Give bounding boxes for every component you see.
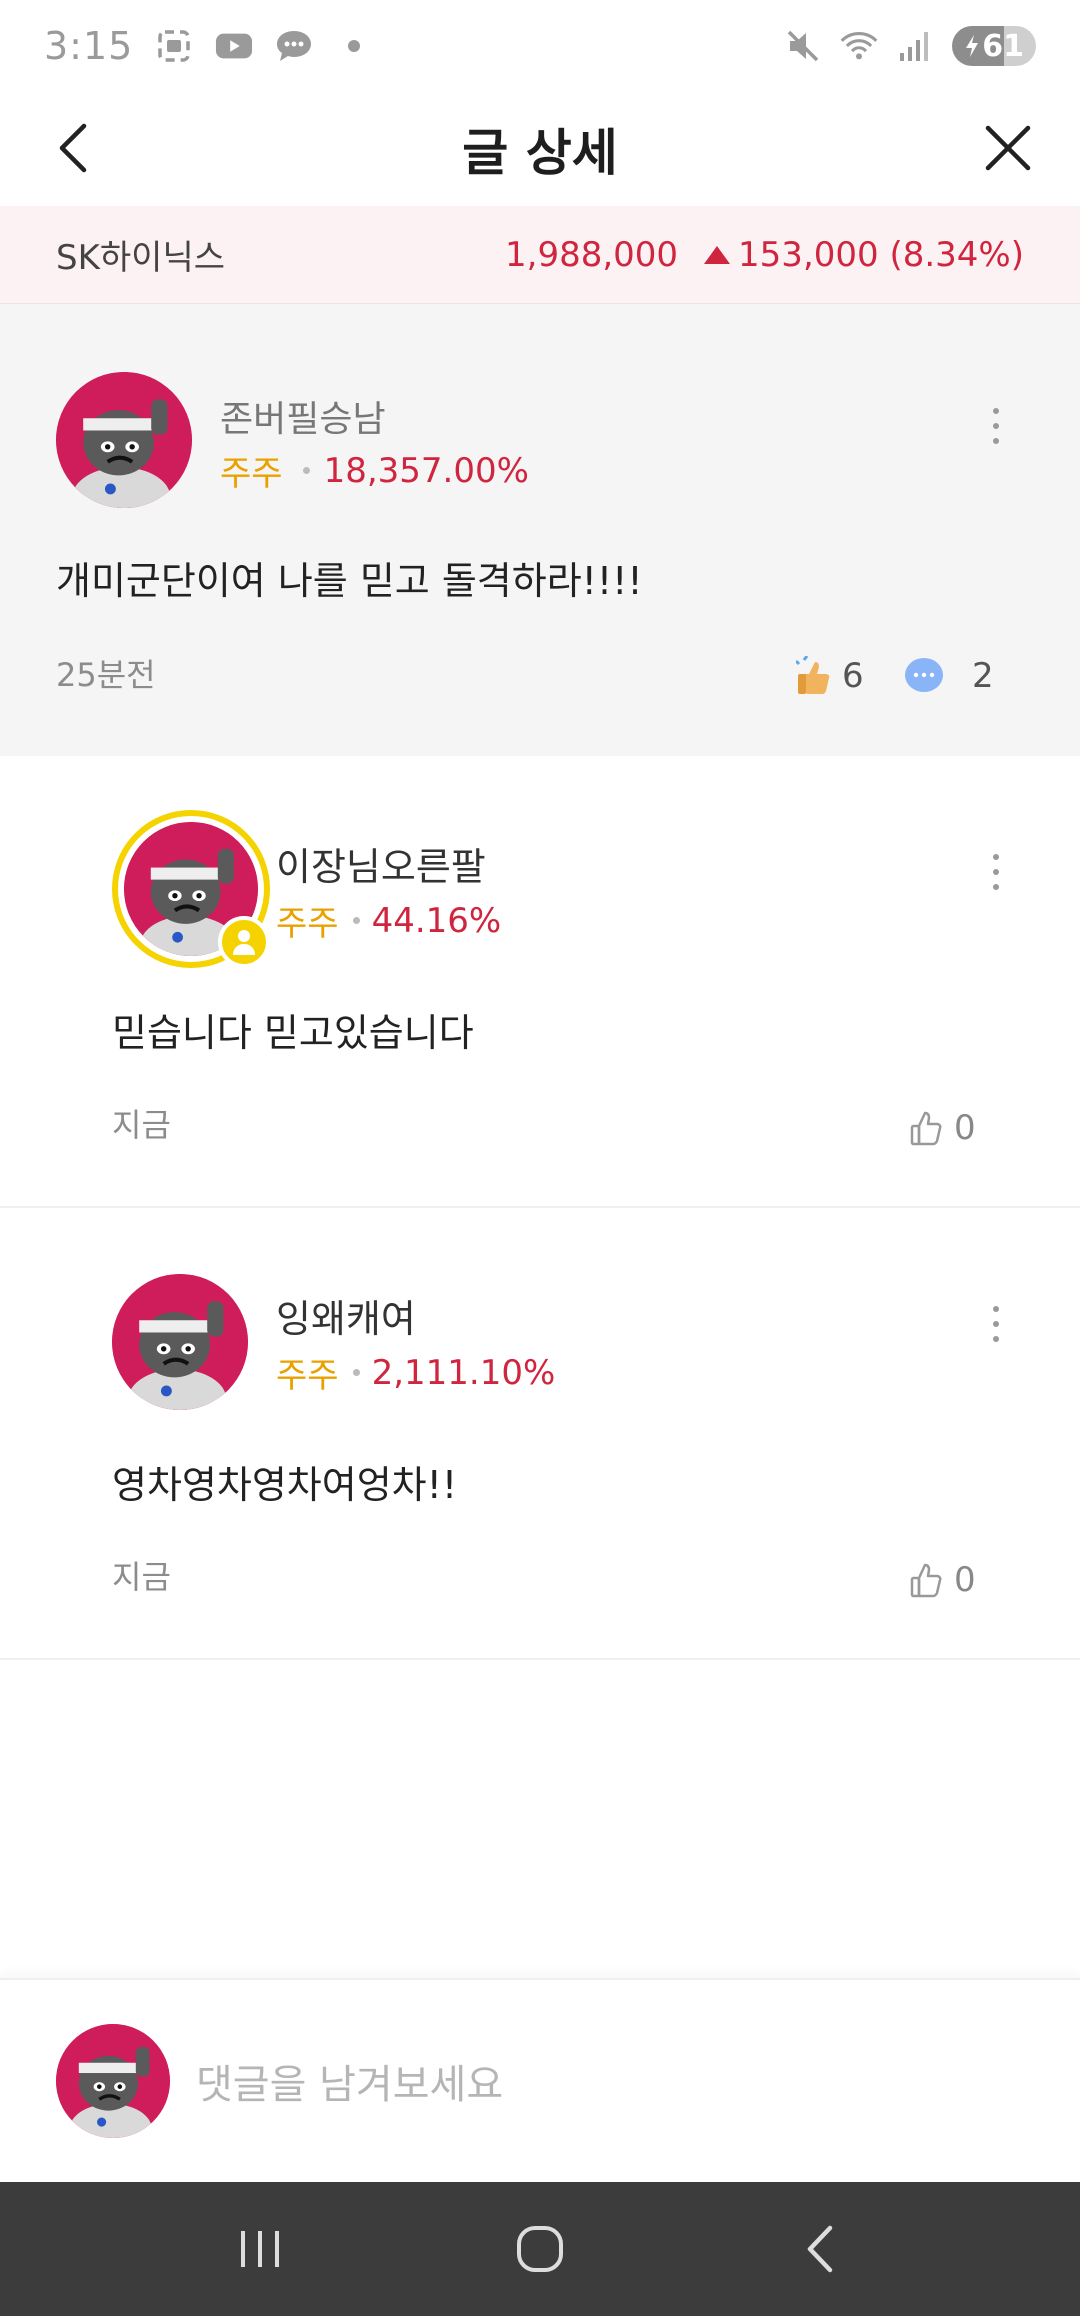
- comment-input[interactable]: 댓글을 남겨보세요: [196, 2052, 503, 2110]
- more-options-button[interactable]: [976, 1294, 1016, 1354]
- kebab-dot: [993, 423, 999, 429]
- status-time: 3:15: [44, 24, 134, 68]
- comment-text: 영차영차영차여엉차!!: [112, 1463, 458, 1507]
- mute-icon: [784, 27, 822, 65]
- post-badge-row: 주주 18,357.00%: [220, 446, 529, 495]
- more-options-button[interactable]: [976, 396, 1016, 456]
- comment-author[interactable]: 잉왜캐여: [276, 1288, 416, 1343]
- battery-level: 61: [982, 28, 1024, 64]
- kebab-dot: [993, 1306, 999, 1312]
- home-icon: [517, 2226, 563, 2272]
- stock-change-value: 153,000 (8.34%): [738, 234, 1024, 275]
- separator-dot: [302, 467, 310, 474]
- stock-summary[interactable]: SK하이닉스 1,988,000 153,000 (8.34%): [0, 206, 1080, 304]
- battery-charging-icon: 61: [952, 26, 1036, 66]
- comment-text: 믿습니다 믿고있습니다: [112, 1011, 474, 1055]
- holder-badge: 주주: [220, 454, 283, 494]
- post-text: 개미군단이여 나를 믿고 돌격하라!!!!: [56, 559, 643, 603]
- kebab-dot: [993, 854, 999, 860]
- separator-dot: [352, 917, 360, 924]
- me-badge-icon: [218, 916, 270, 968]
- comment-item: 잉왜캐여 주주 2,111.10% 영차영차영차여엉차!! 지금 0: [0, 1208, 1080, 1660]
- kebab-dot: [993, 438, 999, 444]
- avatar[interactable]: [56, 372, 192, 508]
- comment-time: 지금: [112, 1558, 171, 1596]
- holder-badge: 주주: [276, 904, 339, 944]
- status-left: 3:15: [44, 24, 373, 68]
- holder-badge: 주주: [276, 1356, 339, 1396]
- like-count: 0: [954, 1108, 976, 1148]
- comment-badge-row: 주주 2,111.10%: [276, 1348, 555, 1397]
- stock-name: SK하이닉스: [56, 238, 225, 278]
- thumbs-up-outline-icon: [910, 1563, 942, 1598]
- avatar[interactable]: [112, 1274, 248, 1410]
- kebab-dot: [993, 884, 999, 890]
- post: 존버필승남 주주 18,357.00% 개미군단이여 나를 믿고 돌격하라!!!…: [0, 304, 1080, 756]
- comment-badge-row: 주주 44.16%: [276, 896, 501, 945]
- like-count: 6: [842, 656, 864, 696]
- close-button[interactable]: [972, 112, 1044, 184]
- comment-count-button[interactable]: 2: [904, 656, 994, 696]
- my-avatar: [56, 2024, 170, 2138]
- page-title: 글 상세: [462, 124, 618, 182]
- mascot-avatar-icon: [56, 372, 192, 508]
- message-icon: [275, 27, 313, 65]
- status-bar: 3:15 61: [0, 0, 1080, 92]
- youtube-icon: [215, 27, 253, 65]
- dot-icon: [335, 27, 373, 65]
- post-author[interactable]: 존버필승남: [220, 390, 386, 442]
- kebab-dot: [993, 1321, 999, 1327]
- home-button[interactable]: [485, 2204, 595, 2294]
- comment-composer: 댓글을 남겨보세요: [0, 1978, 1080, 2182]
- system-back-button[interactable]: [765, 2204, 875, 2294]
- comment-time: 지금: [112, 1106, 171, 1144]
- mascot-avatar-icon: [56, 2024, 170, 2138]
- back-button[interactable]: [38, 112, 110, 184]
- comment-author[interactable]: 이장님오른팔: [276, 836, 486, 891]
- like-button[interactable]: 6: [796, 656, 864, 696]
- kebab-dot: [993, 1336, 999, 1342]
- header: 글 상세: [0, 92, 1080, 206]
- post-time: 25분전: [56, 656, 156, 694]
- like-count: 0: [954, 1560, 976, 1600]
- return-rate: 18,357.00%: [323, 450, 529, 491]
- mascot-avatar-icon: [112, 1274, 248, 1410]
- like-button[interactable]: 0: [910, 1560, 976, 1600]
- recent-apps-icon: [241, 2231, 279, 2267]
- up-triangle-icon: [704, 245, 731, 264]
- return-rate: 2,111.10%: [371, 1352, 556, 1393]
- back-arrow-icon: [807, 2225, 833, 2273]
- stock-change: 153,000 (8.34%): [704, 235, 1024, 275]
- more-options-button[interactable]: [976, 842, 1016, 902]
- like-button[interactable]: 0: [910, 1108, 976, 1148]
- thumbs-up-outline-icon: [910, 1111, 942, 1146]
- recent-apps-button[interactable]: [205, 2204, 315, 2294]
- close-icon: [985, 125, 1031, 171]
- comment-item: 이장님오른팔 주주 44.16% 믿습니다 믿고있습니다 지금 0: [0, 756, 1080, 1208]
- kebab-dot: [993, 869, 999, 875]
- comment-count: 2: [972, 656, 994, 696]
- my-avatar-ring[interactable]: [112, 810, 270, 968]
- system-nav-bar: [0, 2182, 1080, 2316]
- screenshot-icon: [155, 27, 193, 65]
- return-rate: 44.16%: [371, 900, 502, 941]
- wifi-icon: [840, 27, 878, 65]
- separator-dot: [352, 1369, 360, 1376]
- clap-like-icon: [796, 656, 830, 694]
- stock-quote: 1,988,000 153,000 (8.34%): [505, 235, 1024, 275]
- kebab-dot: [993, 408, 999, 414]
- stock-price: 1,988,000: [505, 234, 679, 275]
- signal-icon: [896, 27, 934, 65]
- chevron-left-icon: [59, 123, 87, 173]
- speech-bubble-icon: [905, 658, 943, 692]
- status-right: 61: [784, 26, 1036, 66]
